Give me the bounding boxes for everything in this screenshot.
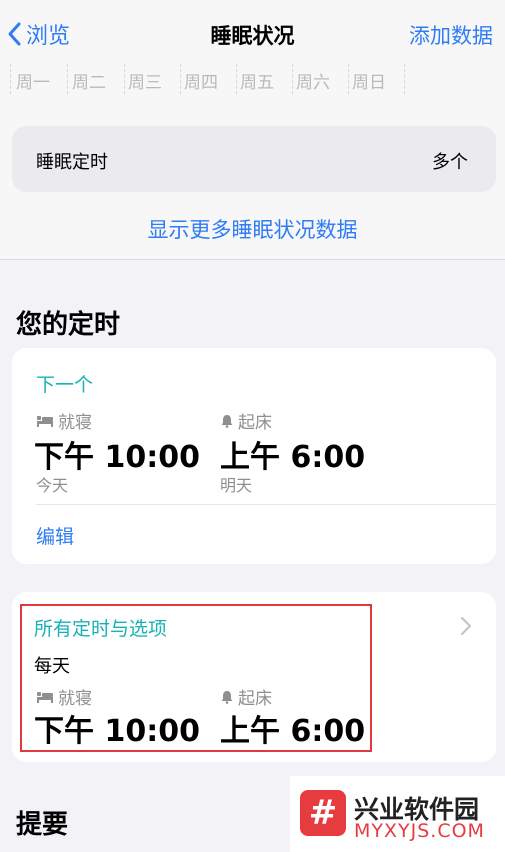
- day-divider: [124, 64, 125, 94]
- highlight-box: [20, 604, 372, 752]
- sleep-schedule-row[interactable]: 睡眠定时 多个: [12, 126, 496, 192]
- chevron-right-icon: [460, 616, 472, 636]
- bedtime-label-text: 就寝: [58, 413, 92, 433]
- weekday-axis: 周一 周二 周三 周四 周五 周六 周日: [0, 64, 505, 94]
- day-divider: [67, 64, 68, 94]
- sleep-schedule-label: 睡眠定时: [36, 152, 108, 173]
- weekday-label: 周三: [128, 73, 162, 93]
- bell-icon: [221, 414, 233, 428]
- day-divider: [404, 64, 405, 94]
- your-schedule-title: 您的定时: [16, 310, 121, 340]
- weekday-label: 周五: [240, 73, 274, 93]
- sleep-summary-section: 睡眠定时 多个 显示更多睡眠状况数据: [0, 94, 505, 260]
- wake-label-text: 起床: [238, 413, 272, 433]
- watermark: # 兴业软件园 MYXYJS.COM: [290, 776, 505, 852]
- weekday-label: 周六: [296, 73, 330, 93]
- show-more-sleep-data-link[interactable]: 显示更多睡眠状况数据: [0, 214, 505, 244]
- sleep-schedule-value: 多个: [432, 152, 468, 173]
- wake-value: 上午 6:00: [220, 440, 366, 475]
- wake-day: 明天: [220, 476, 253, 495]
- bedtime-day: 今天: [36, 476, 69, 495]
- wake-label: 起床: [220, 408, 272, 433]
- bedtime-label: 就寝: [36, 408, 92, 433]
- add-data-button[interactable]: 添加数据: [409, 20, 493, 50]
- weekday-label: 周一: [16, 73, 50, 93]
- watermark-url: MYXYJS.COM: [354, 820, 485, 842]
- day-divider: [236, 64, 237, 94]
- next-heading: 下一个: [36, 374, 94, 396]
- weekday-label: 周二: [72, 73, 106, 93]
- bedtime-value: 下午 10:00: [34, 440, 200, 475]
- day-divider: [10, 64, 11, 94]
- bed-icon: [37, 415, 53, 427]
- card-divider: [36, 504, 496, 505]
- edit-button[interactable]: 编辑: [36, 522, 74, 549]
- next-schedule-card: 下一个 就寝 下午 10:00 今天 起床 上午 6:00 明天 编辑: [12, 348, 496, 564]
- watermark-logo: #: [300, 790, 346, 836]
- day-divider: [180, 64, 181, 94]
- day-divider: [292, 64, 293, 94]
- navigation-bar: 浏览 睡眠状况 添加数据: [0, 0, 505, 64]
- weekday-label: 周日: [352, 73, 386, 93]
- day-divider: [348, 64, 349, 94]
- summary-title: 提要: [16, 810, 69, 840]
- weekday-label: 周四: [184, 73, 218, 93]
